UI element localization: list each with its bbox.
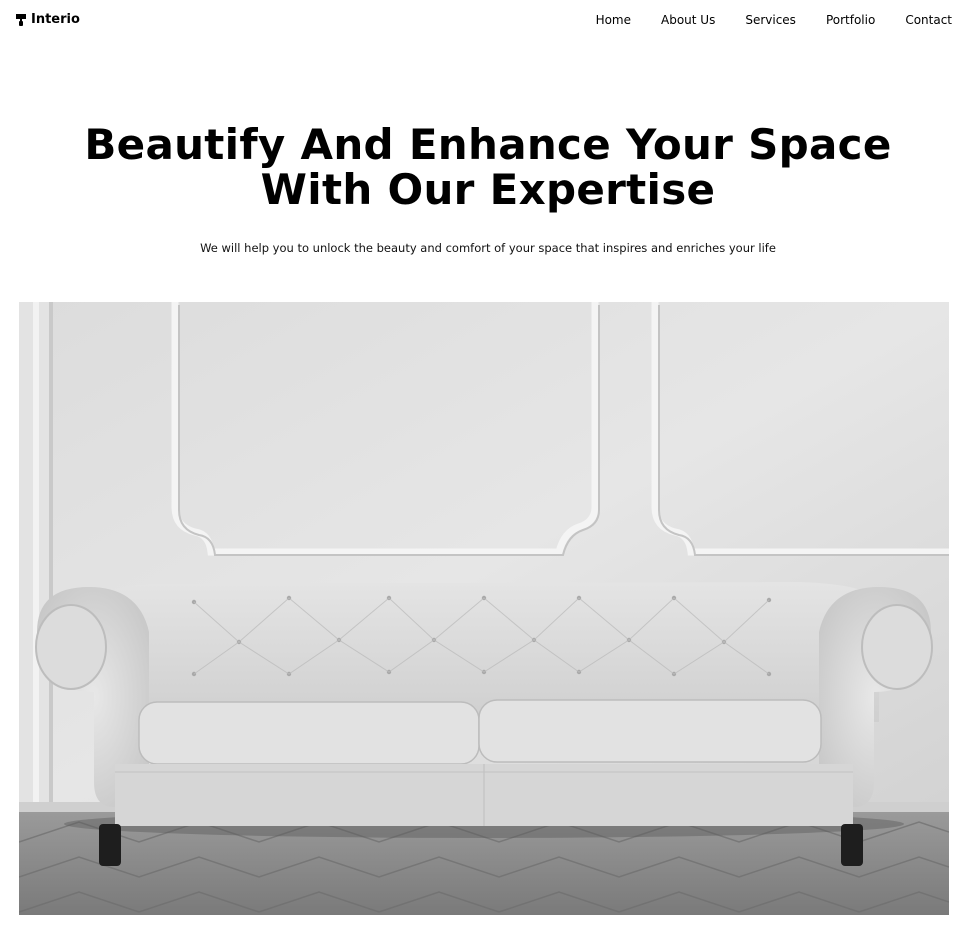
brand-logo[interactable]: Interio <box>16 12 80 27</box>
nav-home[interactable]: Home <box>596 13 631 27</box>
paint-roller-icon <box>16 13 26 26</box>
brand-name: Interio <box>31 12 80 27</box>
nav-about-us[interactable]: About Us <box>661 13 715 27</box>
hero-title: Beautify And Enhance Your Space With Our… <box>0 122 976 212</box>
nav-contact[interactable]: Contact <box>905 13 952 27</box>
hero-subtitle: We will help you to unlock the beauty an… <box>200 241 776 255</box>
nav-portfolio[interactable]: Portfolio <box>826 13 875 27</box>
hero-title-line-1: Beautify And Enhance Your Space <box>84 120 892 169</box>
hero-sofa-image <box>19 302 949 915</box>
nav-services[interactable]: Services <box>745 13 796 27</box>
main-nav: Home About Us Services Portfolio Contact <box>596 13 952 27</box>
hero-title-line-2: With Our Expertise <box>260 165 716 214</box>
navbar: Interio Home About Us Services Portfolio… <box>0 0 976 42</box>
